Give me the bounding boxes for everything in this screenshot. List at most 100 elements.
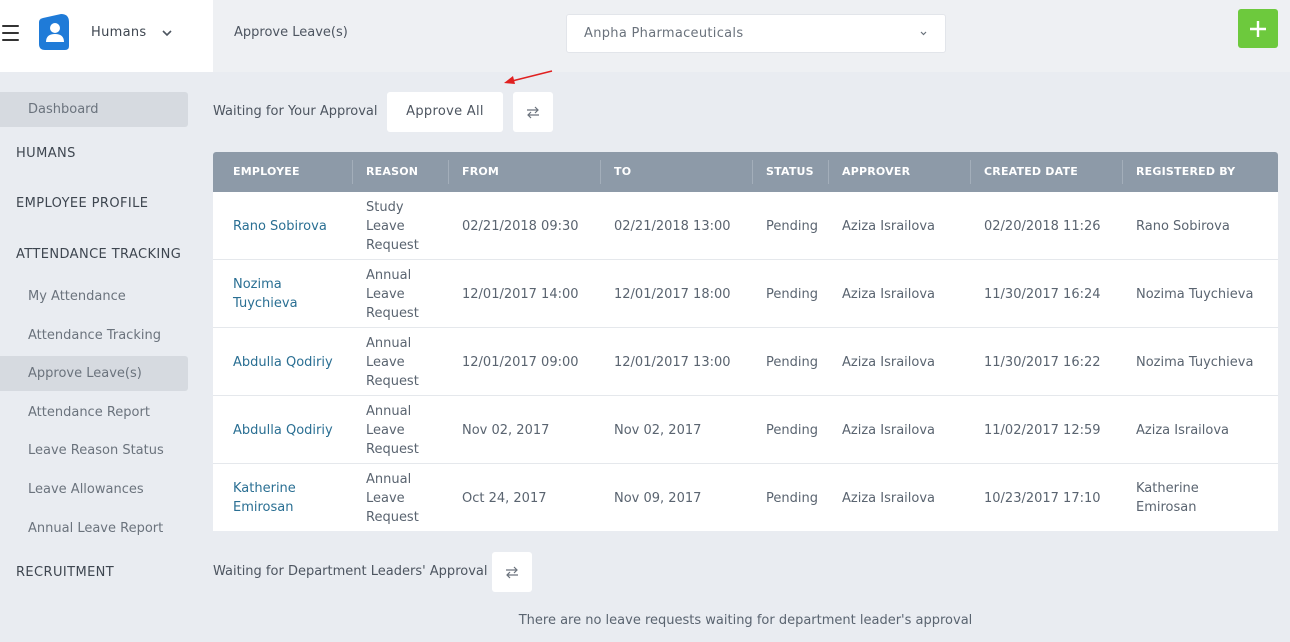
column-header[interactable]: CREATED DATE [984,165,1078,178]
table-header: EMPLOYEE REASON FROM TO STATUS APPROVER … [213,152,1278,192]
created-date-cell: 11/30/2017 16:24 [984,287,1101,302]
table-row[interactable]: Abdulla Qodiriy Annual Leave Request 12/01/2… [213,328,1278,396]
sidebar-item-employee-profile[interactable]: EMPLOYEE PROFILE [0,196,188,211]
brand-area: Humans [0,0,213,72]
cell-line: Leave [366,219,405,234]
page-title: Approve Leave(s) [234,25,348,40]
cell-line: Nozima Tuychieva [1136,355,1254,370]
column-header[interactable]: REGISTERED BY [1136,165,1235,178]
reason-cell: Study Leave Request [366,198,419,255]
add-button[interactable] [1238,9,1278,48]
created-date-cell: 11/30/2017 16:22 [984,355,1101,370]
sidebar-item-attendance-tracking[interactable]: ATTENDANCE TRACKING [0,247,188,262]
registered-by-cell: Aziza Israilova [1136,421,1229,440]
sidebar-item-recruitment[interactable]: RECRUITMENT [0,565,188,580]
cell-line: Aziza Israilova [1136,423,1230,438]
approver-cell: Aziza Israilova [842,355,936,370]
cell-line: Annual [366,472,412,487]
table-row[interactable]: Nozima Tuychieva Annual Leave Request 12/01/2… [213,260,1278,328]
sidebar-item-attendance-tracking-sub[interactable]: Attendance Tracking [0,328,188,343]
column-header[interactable]: EMPLOYEE [233,165,300,178]
cell-line: Katherine [1136,481,1199,496]
employee-name-link[interactable]: Abdulla Qodiriy [233,421,333,440]
plus-icon [1250,21,1266,37]
table-row[interactable]: Abdulla Qodiriy Annual Leave Request Nov 02,… [213,396,1278,464]
chevron-down-icon[interactable] [161,26,173,40]
status-cell: Pending [766,219,818,234]
registered-by-cell: Nozima Tuychieva [1136,285,1253,304]
app-name[interactable]: Humans [91,25,146,40]
sidebar-item-annual-leave-report[interactable]: Annual Leave Report [0,521,188,536]
cell-line: Leave [366,355,405,370]
sidebar: Dashboard HUMANS EMPLOYEE PROFILE ATTEND… [0,72,188,642]
table-row[interactable]: Katherine Emirosan Annual Leave Request Oct 2… [213,464,1278,531]
column-header[interactable]: STATUS [766,165,814,178]
cell-line: Leave [366,491,405,506]
created-date-cell: 11/02/2017 12:59 [984,423,1101,438]
refresh-icon [506,566,518,579]
cell-line: Annual [366,336,412,351]
company-select[interactable]: Anpha Pharmaceuticals [566,14,946,53]
top-bar: Humans Approve Leave(s) Anpha Pharmaceut… [0,0,1290,72]
from-cell: 02/21/2018 09:30 [462,219,579,234]
sidebar-item-leave-reason-status[interactable]: Leave Reason Status [0,443,188,458]
employee-name-link[interactable]: Katherine Emirosan [233,479,296,517]
column-header[interactable]: TO [614,165,631,178]
refresh-icon [527,106,539,119]
cell-line: Rano Sobirova [233,219,327,234]
from-cell: 12/01/2017 09:00 [462,355,579,370]
status-cell: Pending [766,423,818,438]
menu-icon[interactable] [2,25,19,41]
annotation-arrow-icon [504,70,553,84]
cell-line: Leave [366,423,405,438]
reason-cell: Annual Leave Request [366,470,419,527]
reason-cell: Annual Leave Request [366,334,419,391]
to-cell: 12/01/2017 18:00 [614,287,731,302]
from-cell: Nov 02, 2017 [462,423,550,438]
department-approval-label: Waiting for Department Leaders' Approval [213,564,488,579]
sidebar-item-approve-leaves[interactable]: Approve Leave(s) [0,356,188,391]
approver-cell: Aziza Israilova [842,423,936,438]
company-select-value: Anpha Pharmaceuticals [584,26,744,41]
sidebar-item-dashboard[interactable]: Dashboard [0,92,188,127]
refresh-button[interactable] [492,552,532,592]
cell-line: Nozima [233,277,282,292]
cell-line: Katherine [233,481,296,496]
sidebar-item-leave-allowances[interactable]: Leave Allowances [0,482,188,497]
approve-all-button[interactable]: Approve All [387,92,503,132]
cell-line: Request [366,374,419,389]
registered-by-cell: Rano Sobirova [1136,217,1230,236]
cell-line: Request [366,306,419,321]
column-header[interactable]: REASON [366,165,418,178]
refresh-button[interactable] [513,92,553,132]
status-cell: Pending [766,355,818,370]
column-header[interactable]: FROM [462,165,499,178]
employee-name-link[interactable]: Rano Sobirova [233,217,327,236]
cell-line: Abdulla Qodiriy [233,355,333,370]
to-cell: 02/21/2018 13:00 [614,219,731,234]
approver-cell: Aziza Israilova [842,287,936,302]
cell-line: Emirosan [233,500,294,515]
cell-line: Request [366,510,419,525]
column-header[interactable]: APPROVER [842,165,910,178]
approver-cell: Aziza Israilova [842,219,936,234]
sidebar-item-my-attendance[interactable]: My Attendance [0,289,188,304]
cell-line: Request [366,238,419,253]
from-cell: 12/01/2017 14:00 [462,287,579,302]
sidebar-item-humans[interactable]: HUMANS [0,146,188,161]
reason-cell: Annual Leave Request [366,266,419,323]
chevron-down-icon [920,31,927,36]
table-row[interactable]: Rano Sobirova Study Leave Request 02/21/2018… [213,192,1278,260]
cell-line: Request [366,442,419,457]
cell-line: Study [366,200,404,215]
leave-requests-table: EMPLOYEE REASON FROM TO STATUS APPROVER … [213,152,1278,531]
employee-name-link[interactable]: Abdulla Qodiriy [233,353,333,372]
cell-line: Rano Sobirova [1136,219,1230,234]
approver-cell: Aziza Israilova [842,491,936,506]
sidebar-item-attendance-report[interactable]: Attendance Report [0,405,188,420]
empty-state-message: There are no leave requests waiting for … [518,613,973,628]
employee-name-link[interactable]: Nozima Tuychieva [233,275,298,313]
cell-line: Emirosan [1136,500,1197,515]
cell-line: Annual [366,404,412,419]
reason-cell: Annual Leave Request [366,402,419,459]
